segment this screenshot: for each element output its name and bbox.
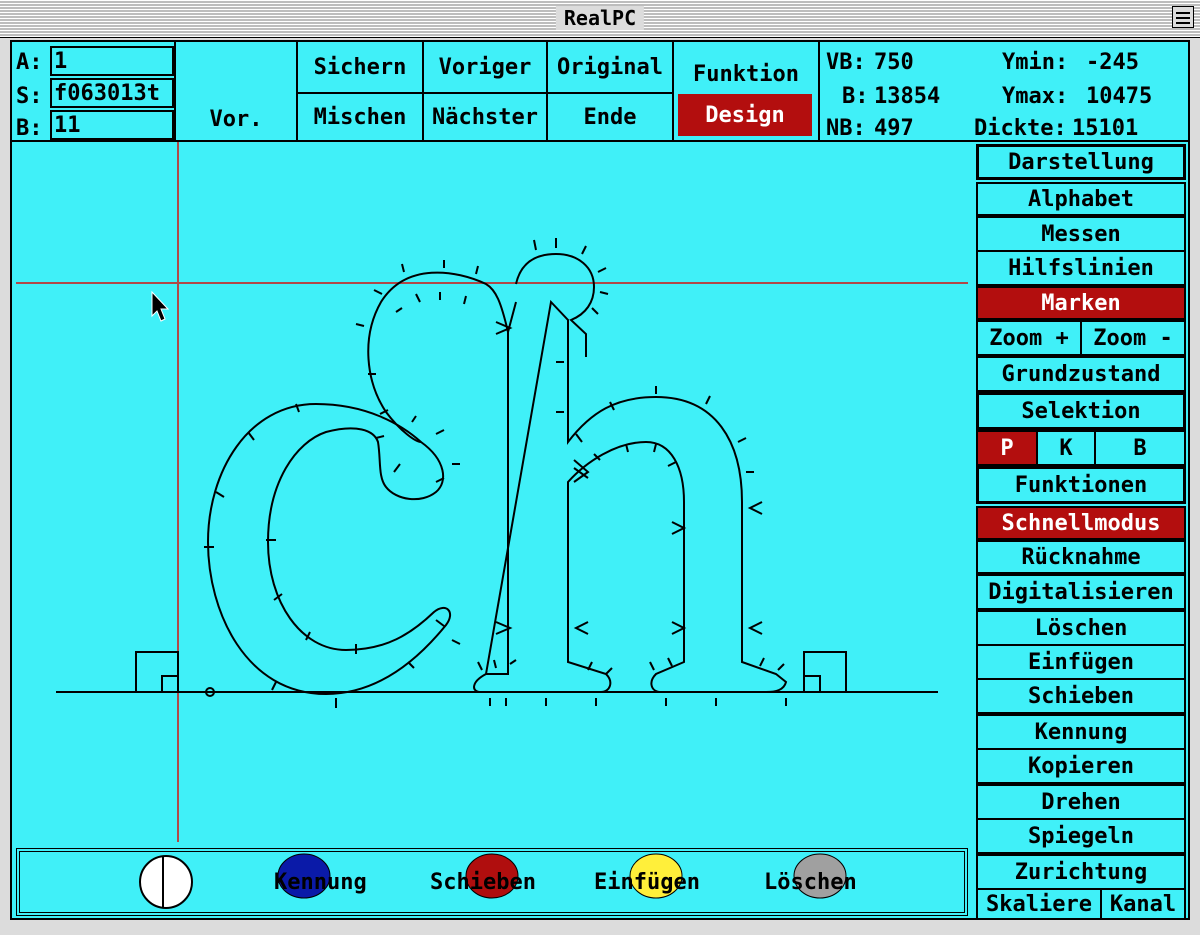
digitalisieren-button[interactable]: Digitalisieren	[976, 574, 1186, 610]
nb-label: NB:	[826, 116, 866, 141]
original-button[interactable]: Original	[546, 42, 674, 94]
schieben-button[interactable]: Schieben	[976, 678, 1186, 714]
ruecknahme-button[interactable]: Rücknahme	[976, 540, 1186, 574]
drehen-button[interactable]: Drehen	[976, 784, 1186, 820]
vb-value: 750	[874, 50, 914, 75]
tool-palette: Kennung Schieben Einfügen Löschen	[16, 848, 968, 916]
ymin-value: -245	[1086, 50, 1139, 75]
funktion-label: Funktion	[693, 62, 799, 87]
s-field[interactable]: f063013t	[50, 78, 174, 108]
mouse-pointer-icon	[151, 290, 170, 322]
title-bar[interactable]: RealPC	[0, 0, 1200, 38]
selektion-b-button[interactable]: B	[1094, 430, 1186, 466]
marken-button[interactable]: Marken	[976, 286, 1186, 320]
b-field[interactable]: 11	[50, 110, 174, 140]
spiegeln-button[interactable]: Spiegeln	[976, 818, 1186, 854]
dickte-label: Dickte:	[974, 116, 1067, 141]
window-title: RealPC	[555, 6, 645, 30]
a-label: A:	[16, 50, 43, 75]
einfuegen-button[interactable]: Einfügen	[976, 644, 1186, 680]
zoom-minus-button[interactable]: Zoom -	[1080, 320, 1186, 356]
outline-chevron-markers	[495, 321, 763, 635]
white-swatch-icon[interactable]	[139, 855, 193, 909]
grundzustand-button[interactable]: Grundzustand	[976, 356, 1186, 392]
messen-button[interactable]: Messen	[976, 216, 1186, 252]
selektion-k-button[interactable]: K	[1036, 430, 1096, 466]
kanal-button[interactable]: Kanal	[1100, 888, 1186, 918]
dickte-value: 15101	[1072, 116, 1139, 141]
hilfslinien-button[interactable]: Hilfslinien	[976, 250, 1186, 286]
funktionen-button[interactable]: Funktionen	[976, 466, 1186, 504]
palette-schieben[interactable]: Schieben	[430, 870, 536, 895]
vor-button[interactable]: Vor.	[176, 42, 298, 142]
s-label: S:	[16, 84, 43, 109]
skaliere-button[interactable]: Skaliere	[976, 888, 1102, 918]
darstellung-button[interactable]: Darstellung	[976, 144, 1186, 180]
a-field[interactable]: 1	[50, 46, 174, 76]
ende-button[interactable]: Ende	[546, 92, 674, 142]
palette-kennung[interactable]: Kennung	[274, 870, 367, 895]
editor-screen: A: 1 S: f063013t B: 11 Vor. Sichern Misc…	[10, 40, 1190, 920]
nb-value: 497	[874, 116, 914, 141]
left-sidebearing-marker	[135, 651, 215, 697]
alphabet-button[interactable]: Alphabet	[976, 182, 1186, 216]
window-zoom-icon[interactable]	[1172, 6, 1194, 28]
schnellmodus-button[interactable]: Schnellmodus	[976, 506, 1186, 540]
kopieren-button[interactable]: Kopieren	[976, 748, 1186, 784]
zoom-plus-button[interactable]: Zoom +	[976, 320, 1082, 356]
ymax-value: 10475	[1086, 84, 1153, 109]
ymax-label: Ymax:	[1002, 84, 1069, 109]
selektion-p-button[interactable]: P	[976, 430, 1038, 466]
ymin-label: Ymin:	[1002, 50, 1069, 75]
design-button[interactable]: Design	[678, 94, 812, 136]
loeschen-button[interactable]: Löschen	[976, 610, 1186, 646]
b-label: B:	[16, 116, 43, 141]
naechster-button[interactable]: Nächster	[422, 92, 548, 142]
b-metric-label: B:	[842, 84, 869, 109]
zurichtung-button[interactable]: Zurichtung	[976, 854, 1186, 890]
selektion-button[interactable]: Selektion	[976, 392, 1186, 430]
right-sidebearing-marker	[803, 651, 847, 693]
palette-einfuegen[interactable]: Einfügen	[594, 870, 700, 895]
kennung-button[interactable]: Kennung	[976, 714, 1186, 750]
sichern-button[interactable]: Sichern	[296, 42, 424, 94]
glyph-canvas[interactable]	[16, 142, 968, 842]
glyph-c-outline	[206, 402, 452, 696]
realpc-window: RealPC A: 1 S: f063013t B: 11 Vor. Siche…	[0, 0, 1200, 935]
b-metric-value: 13854	[874, 84, 941, 109]
outline-tick-marks	[204, 238, 787, 708]
mischen-button[interactable]: Mischen	[296, 92, 424, 142]
white-swatch-divider	[162, 856, 164, 908]
palette-loeschen[interactable]: Löschen	[764, 870, 857, 895]
vb-label: VB:	[826, 50, 866, 75]
voriger-button[interactable]: Voriger	[422, 42, 548, 94]
